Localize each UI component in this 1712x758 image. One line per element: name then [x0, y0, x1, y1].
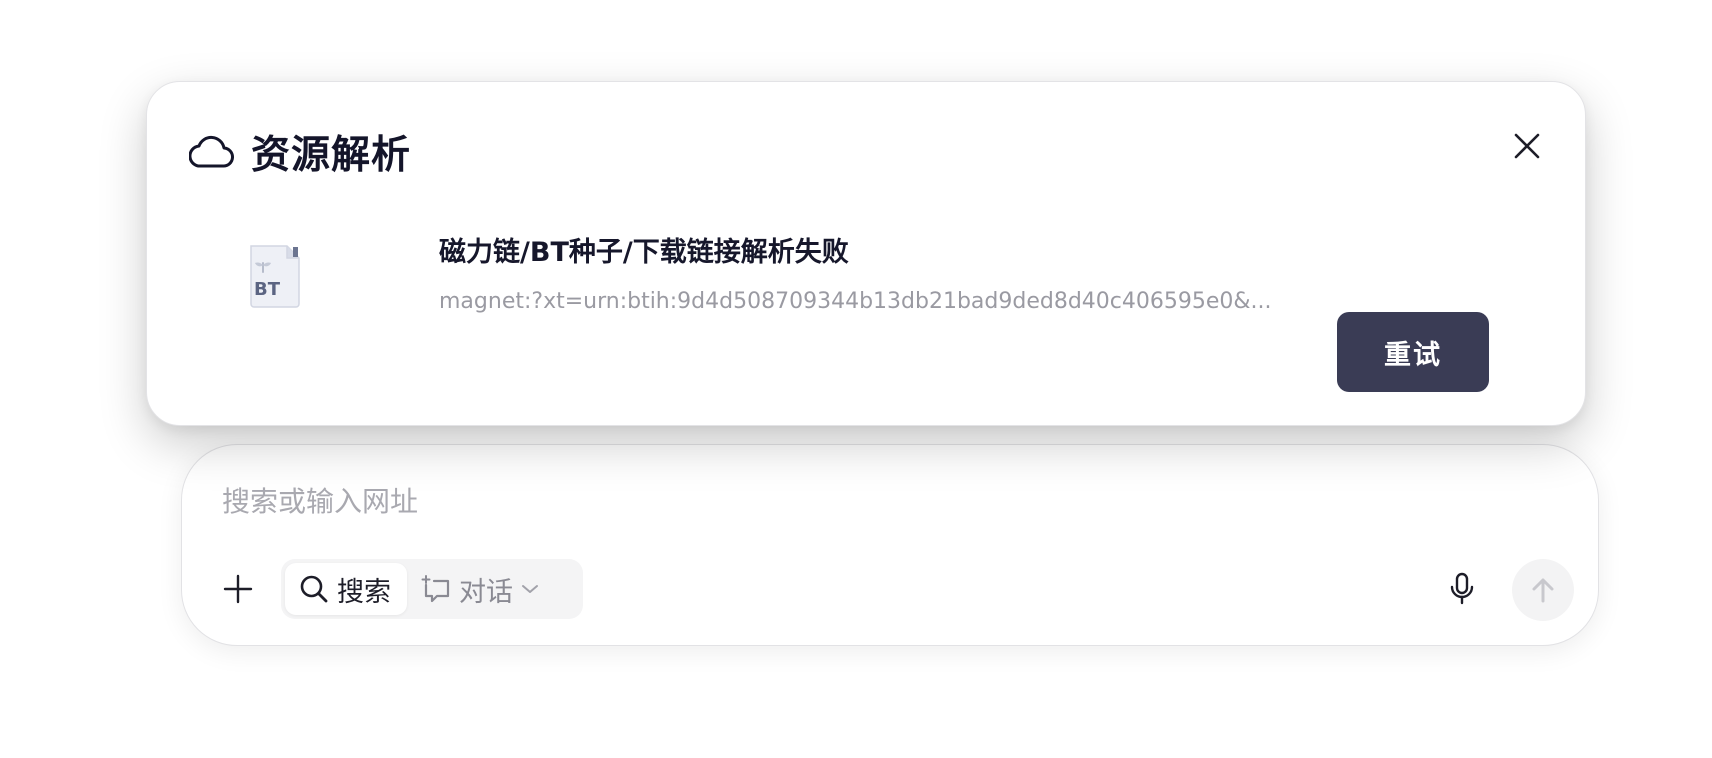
plus-icon [223, 574, 253, 604]
search-icon [299, 574, 329, 604]
file-link: magnet:?xt=urn:btih:9d4d508709344b13db21… [439, 289, 1272, 314]
mode-search-button[interactable]: 搜索 [285, 563, 407, 615]
mode-search-label: 搜索 [337, 576, 391, 608]
retry-button[interactable]: 重试 [1337, 312, 1489, 392]
chat-icon [421, 575, 451, 603]
cloud-icon [189, 132, 235, 172]
mode-switcher: 搜索 对话 [281, 559, 583, 619]
add-button[interactable] [218, 569, 258, 609]
arrow-up-icon [1531, 577, 1555, 603]
microphone-icon [1449, 572, 1475, 606]
search-box: 搜索 对话 [181, 444, 1599, 646]
bt-file-icon: BT [247, 244, 301, 308]
file-info: 磁力链/BT种子/下载链接解析失败 magnet:?xt=urn:btih:9d… [439, 230, 1272, 314]
microphone-button[interactable] [1442, 569, 1482, 609]
resource-parse-panel: 资源解析 BT 磁力链/BT种子/下载链接解析失败 magnet:?xt=urn… [146, 81, 1586, 426]
app-stage: 资源解析 BT 磁力链/BT种子/下载链接解析失败 magnet:?xt=urn… [0, 0, 1712, 758]
close-icon [1513, 132, 1541, 160]
file-title: 磁力链/BT种子/下载链接解析失败 [439, 237, 849, 268]
bt-badge-text: BT [254, 279, 281, 300]
panel-title: 资源解析 [251, 133, 412, 178]
file-item: BT 磁力链/BT种子/下载链接解析失败 magnet:?xt=urn:btih… [247, 230, 1489, 392]
mode-chat-label: 对话 [459, 576, 513, 608]
chevron-down-icon [521, 583, 539, 595]
close-button[interactable] [1509, 128, 1545, 164]
search-input[interactable] [222, 479, 1322, 523]
mode-chat-button[interactable]: 对话 [407, 563, 549, 615]
send-button[interactable] [1512, 559, 1574, 621]
panel-header: 资源解析 [189, 124, 411, 180]
